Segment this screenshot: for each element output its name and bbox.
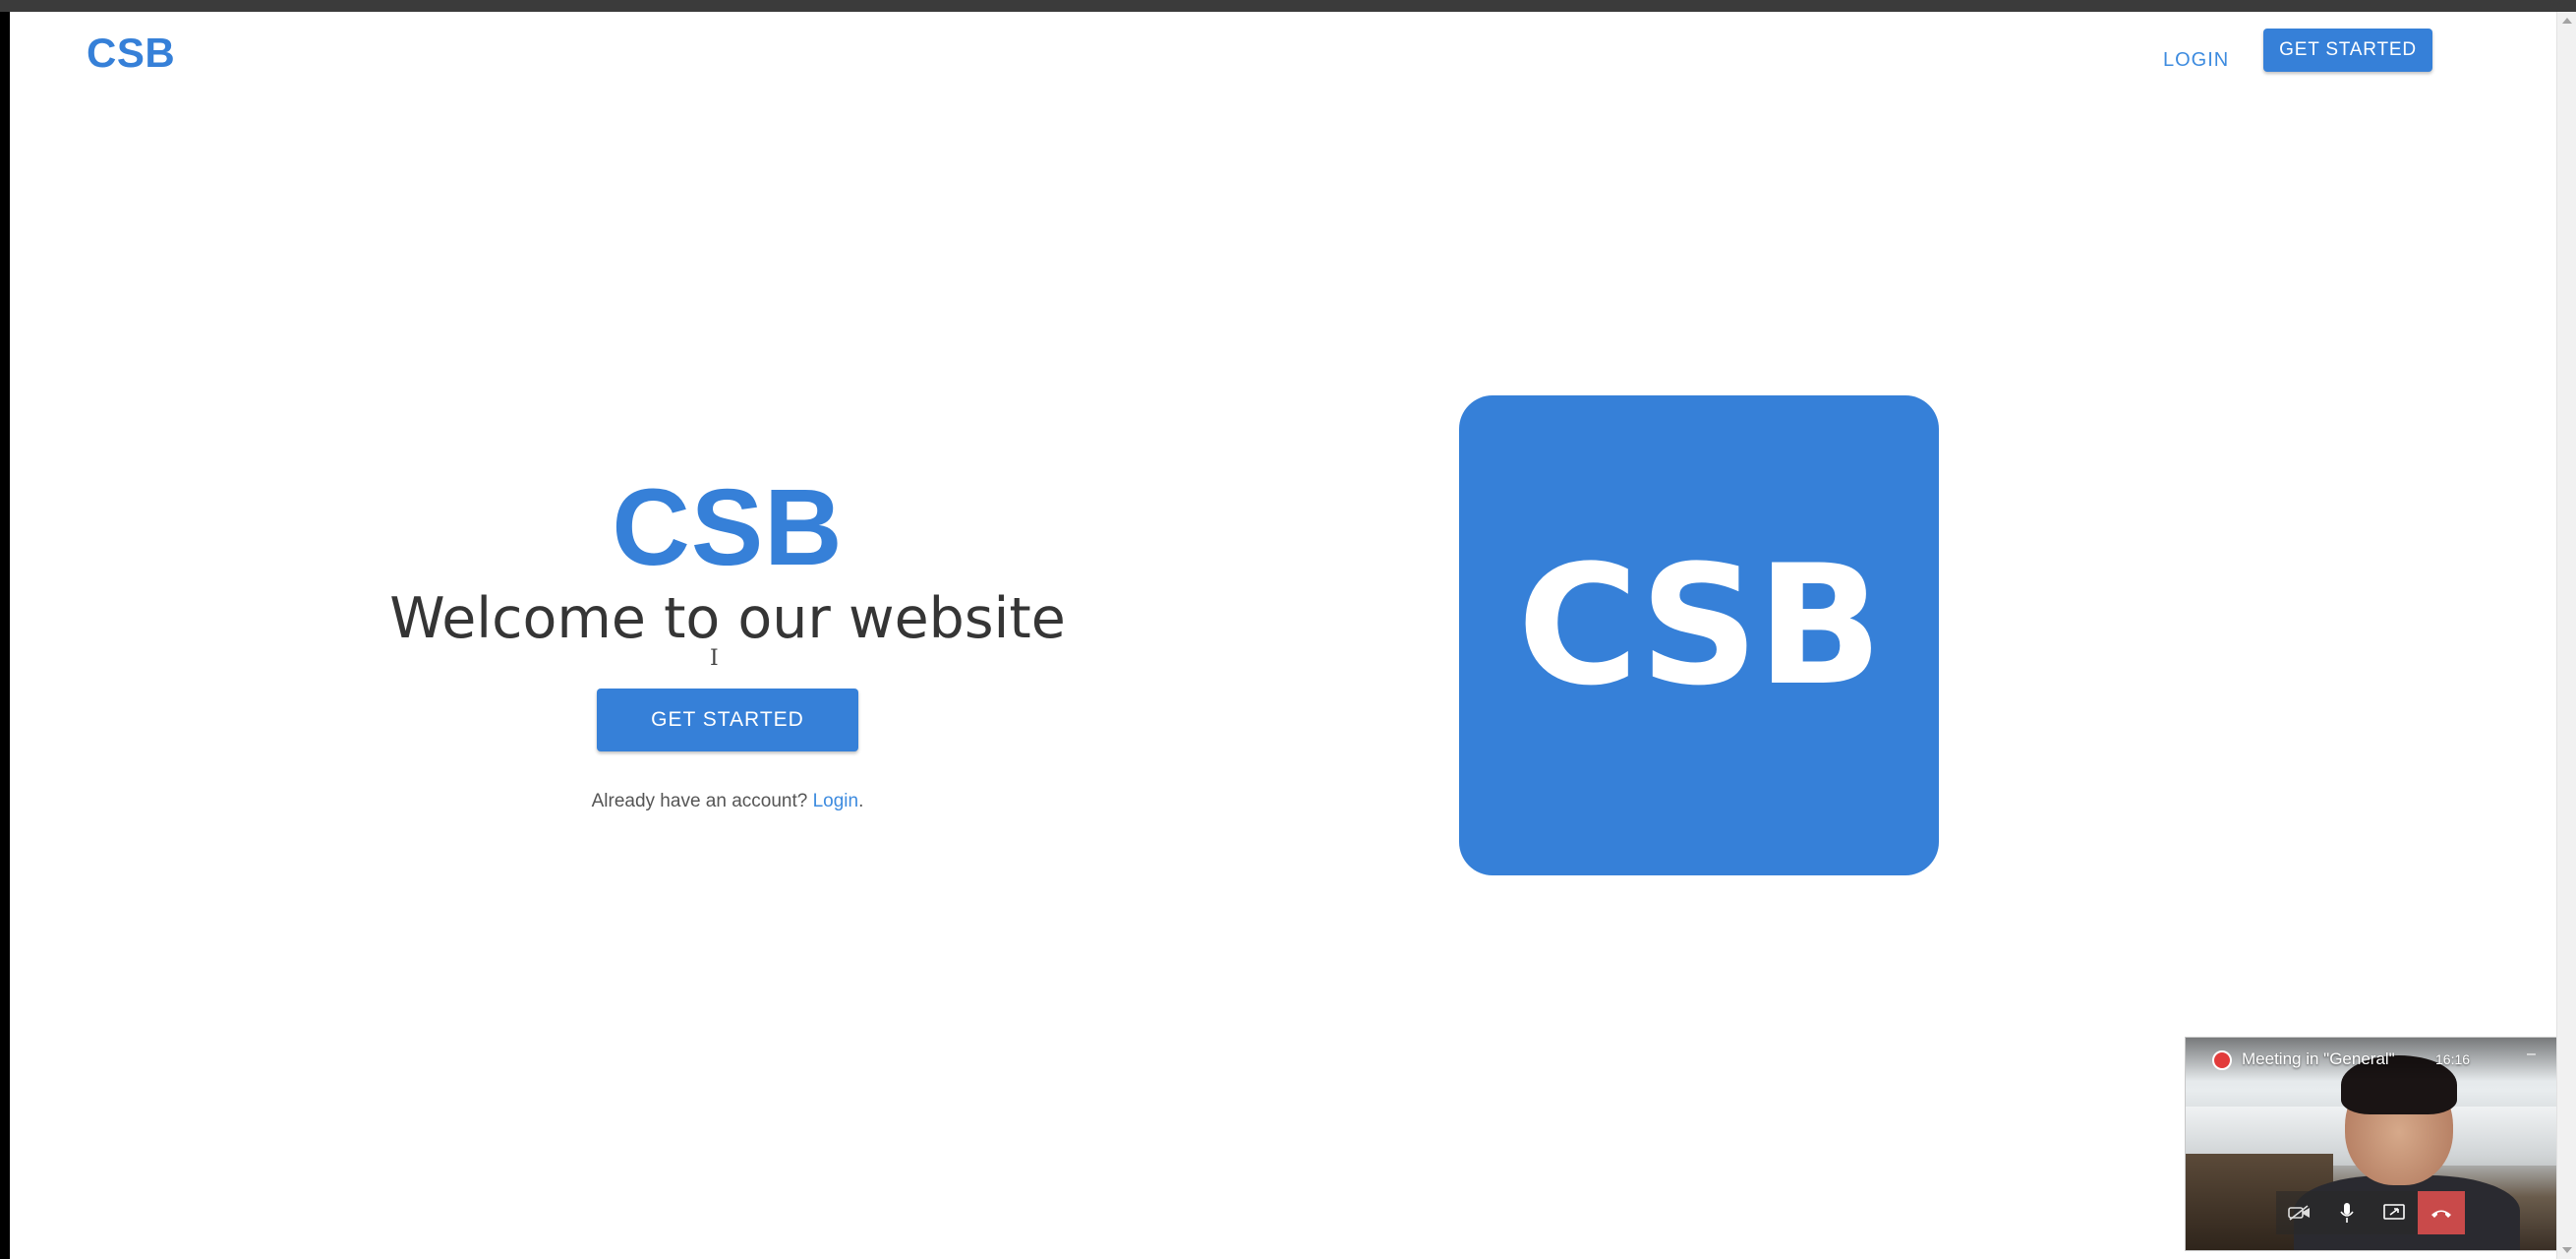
page: CSB LOGIN GET STARTED CSB Welcome to our… [10,12,2556,1259]
logo-square-text: CSB [1517,529,1882,722]
vertical-scrollbar[interactable] [2556,12,2576,1259]
nav-logo[interactable]: CSB [87,30,175,77]
microphone-icon[interactable] [2323,1191,2371,1234]
login-prompt-text: Already have an account? [591,791,808,811]
hang-up-icon[interactable] [2418,1191,2465,1234]
recording-icon [2212,1050,2232,1070]
screen-share-icon[interactable] [2371,1191,2418,1234]
logo-square: CSB [1459,395,1939,875]
hero-title: Welcome to our website [389,586,1066,651]
minimize-icon[interactable]: – [2527,1046,2536,1063]
meeting-title: Meeting in "General" [2242,1049,2395,1068]
meeting-controls [2276,1191,2473,1234]
hero-logo: CSB [612,467,844,588]
scroll-up-arrow-icon[interactable] [2562,18,2572,24]
window-top-strip [0,0,2576,12]
hero-section: CSB Welcome to our website GET STARTED A… [334,474,1121,812]
meeting-timer: 16:16 [2435,1051,2471,1067]
text-cursor-icon: I [710,646,719,671]
camera-off-icon[interactable] [2276,1191,2323,1234]
login-prompt-suffix: . [858,791,864,811]
scroll-down-arrow-icon[interactable] [2562,1247,2572,1253]
meeting-mini-window[interactable]: Meeting in "General" 16:16 – [2185,1037,2556,1251]
nav-login-link[interactable]: LOGIN [2163,45,2229,75]
hero-get-started-button[interactable]: GET STARTED [597,689,858,751]
nav-get-started-button[interactable]: GET STARTED [2263,29,2432,72]
hero-login-link[interactable]: Login [813,791,859,811]
login-prompt: Already have an account? Login. [334,791,1121,812]
